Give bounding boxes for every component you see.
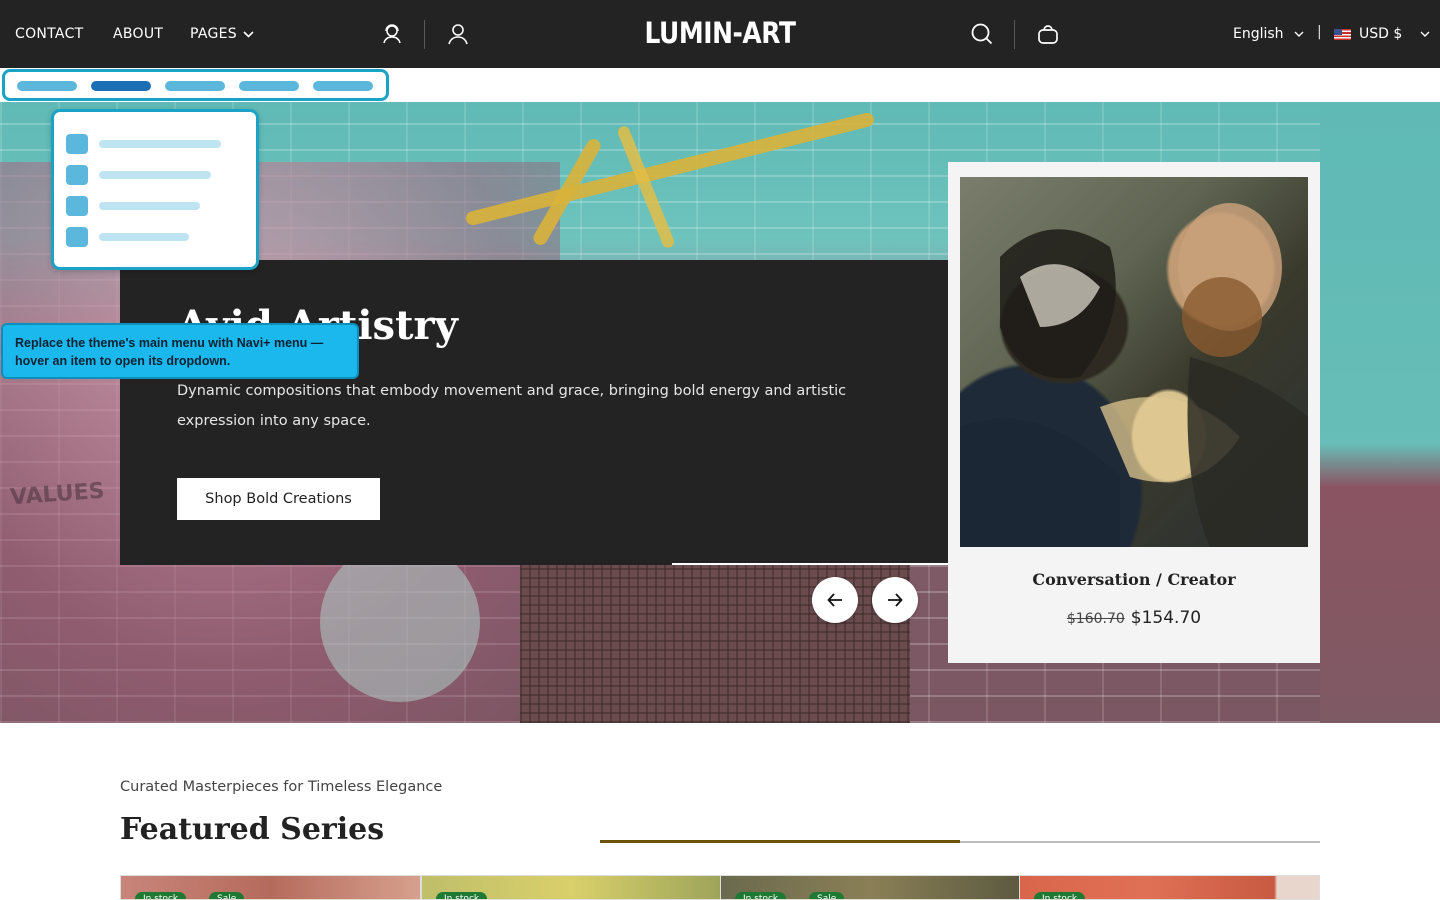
header-pipe: |: [1317, 24, 1322, 40]
stock-badge: In stock: [135, 892, 187, 899]
hero-description: Dynamic compositions that embody movemen…: [177, 383, 847, 429]
dropdown-item-line: [99, 202, 200, 210]
stock-badge: In stock: [735, 892, 787, 899]
language-selector[interactable]: English: [1233, 26, 1304, 42]
product-tile[interactable]: In stock: [421, 875, 722, 900]
dropdown-item-icon: [66, 165, 88, 185]
product-price: $160.70 $154.70: [948, 608, 1320, 628]
menu-preview-item[interactable]: [239, 81, 299, 91]
dropdown-item-line: [99, 140, 221, 148]
menu-preview-item[interactable]: [165, 81, 225, 91]
nav-about[interactable]: ABOUT: [113, 26, 163, 42]
slide-progress-bar: [672, 563, 948, 565]
chevron-down-icon: [1294, 31, 1304, 37]
product-name[interactable]: Conversation / Creator: [948, 570, 1320, 589]
site-header: CONTACT ABOUT PAGES LUMIN-ART English | …: [0, 0, 1440, 68]
product-sale-price: $154.70: [1130, 608, 1202, 628]
dropdown-item-line: [99, 233, 189, 241]
product-tile[interactable]: In stock: [1019, 875, 1320, 900]
user-icon[interactable]: [444, 20, 472, 48]
dropdown-item-icon: [66, 227, 88, 247]
product-image[interactable]: [960, 177, 1308, 547]
currency-label: USD $: [1359, 26, 1403, 42]
support-agent-icon[interactable]: [378, 20, 406, 48]
menu-preview-item-active[interactable]: [91, 81, 151, 91]
menu-preview-dropdown: [51, 109, 259, 270]
header-divider: [424, 20, 425, 49]
sale-badge: Sale: [809, 892, 845, 899]
search-icon[interactable]: [968, 20, 996, 48]
next-slide-button[interactable]: [872, 577, 918, 623]
chevron-down-icon: [243, 30, 254, 38]
stock-badge: In stock: [436, 892, 488, 899]
section-title: Featured Series: [120, 812, 385, 847]
stock-badge: In stock: [1034, 892, 1086, 899]
arrow-left-icon: [827, 593, 842, 607]
dropdown-item-icon: [66, 196, 88, 216]
menu-preview-item[interactable]: [17, 81, 77, 91]
header-divider: [1014, 20, 1015, 49]
dropdown-item-line: [99, 171, 211, 179]
flag-us-icon: [1334, 28, 1351, 40]
chevron-down-icon: [1420, 31, 1430, 37]
site-logo[interactable]: LUMIN-ART: [644, 16, 796, 50]
product-tile[interactable]: In stock Sale: [720, 875, 1021, 900]
mural-shape: [1320, 102, 1440, 723]
nav-pages[interactable]: PAGES: [190, 26, 254, 42]
section-subtitle: Curated Masterpieces for Timeless Elegan…: [120, 779, 443, 795]
carousel-progress: [600, 840, 960, 843]
product-tile[interactable]: In stock Sale: [120, 875, 421, 900]
dropdown-item-icon: [66, 134, 88, 154]
bag-icon[interactable]: [1034, 20, 1062, 48]
nav-contact[interactable]: CONTACT: [15, 26, 84, 42]
prev-slide-button[interactable]: [812, 577, 858, 623]
navi-plus-tooltip: Replace the theme's main menu with Navi+…: [1, 323, 359, 379]
sale-badge: Sale: [209, 892, 245, 899]
currency-selector[interactable]: USD $: [1334, 26, 1430, 42]
product-old-price: $160.70: [1066, 611, 1125, 627]
menu-preview-bar[interactable]: [2, 69, 389, 101]
arrow-right-icon: [888, 593, 903, 607]
mural-shape: [320, 542, 480, 702]
shop-bold-creations-button[interactable]: Shop Bold Creations: [177, 478, 380, 520]
nav-pages-label: PAGES: [190, 26, 237, 42]
menu-preview-item[interactable]: [313, 81, 373, 91]
language-label: English: [1233, 26, 1284, 42]
featured-product-card[interactable]: Conversation / Creator $160.70 $154.70: [948, 162, 1320, 663]
